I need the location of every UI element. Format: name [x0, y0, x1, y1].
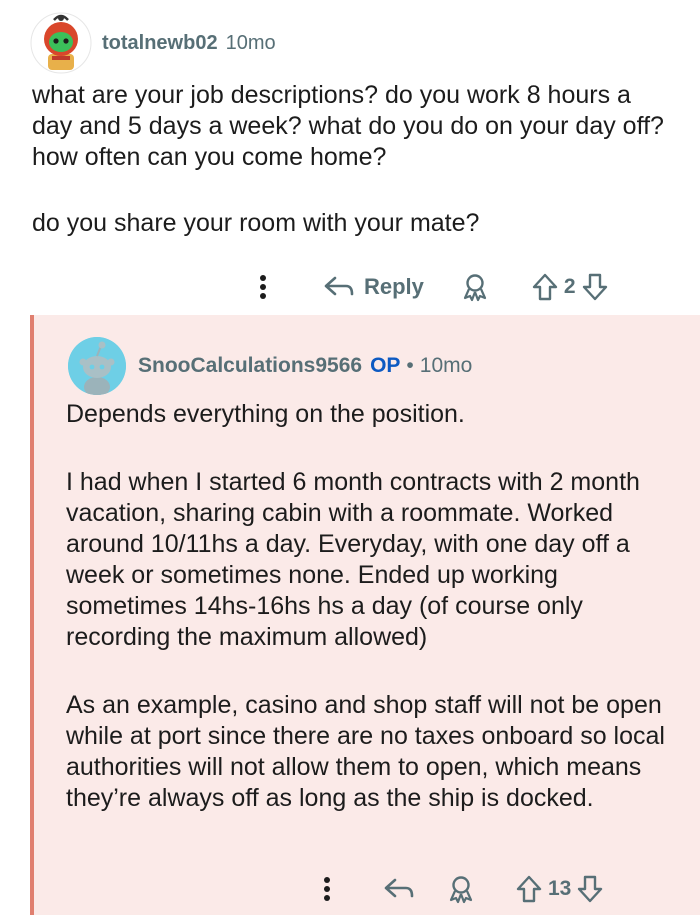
reply-button[interactable]: [382, 876, 416, 902]
comment-paragraph: what are your job descriptions? do you w…: [32, 81, 664, 171]
award-icon: [449, 876, 473, 904]
snoo-avatar-icon: [30, 12, 92, 74]
award-icon: [463, 274, 487, 302]
reply-username[interactable]: SnooCalculations9566: [138, 354, 362, 378]
reply-age: 10mo: [419, 354, 473, 377]
comment-actions: Reply 2: [248, 270, 608, 304]
award-button[interactable]: [446, 874, 476, 904]
reply-thread: SnooCalculations9566 OP • 10mo Depends e…: [30, 315, 700, 915]
downvote-button[interactable]: [582, 272, 608, 302]
comment-age: 10mo: [225, 31, 276, 54]
reply-arrow-icon: [384, 878, 414, 898]
more-options-button[interactable]: [248, 274, 278, 300]
upvote-button[interactable]: [532, 272, 558, 302]
comment-header: totalnewb02 10mo: [30, 12, 276, 74]
overflow-menu-icon: [324, 877, 330, 901]
upvote-icon: [532, 273, 558, 301]
comment-username[interactable]: totalnewb02: [102, 32, 218, 55]
reply-arrow-icon: [324, 276, 354, 296]
award-button[interactable]: [460, 272, 490, 302]
more-options-button[interactable]: [312, 876, 342, 902]
upvote-button[interactable]: [516, 874, 542, 904]
comment-paragraph: do you share your room with your mate?: [32, 209, 480, 237]
downvote-icon: [582, 273, 607, 301]
vote-score: 2: [563, 275, 576, 298]
reply-button[interactable]: Reply: [322, 274, 424, 300]
avatar[interactable]: [68, 337, 126, 395]
vote-score: 13: [548, 877, 572, 900]
reply-paragraph: As an example, casino and shop staff wil…: [66, 691, 665, 812]
overflow-menu-icon: [260, 275, 266, 299]
downvote-icon: [578, 875, 603, 903]
reply-paragraph: Depends everything on the position.: [66, 400, 465, 428]
meta-separator: •: [406, 354, 414, 377]
downvote-button[interactable]: [577, 874, 603, 904]
avatar[interactable]: [30, 12, 92, 74]
snoo-avatar-icon: [68, 337, 126, 395]
op-badge: OP: [370, 354, 401, 377]
upvote-icon: [516, 875, 542, 903]
reply-label: Reply: [364, 274, 424, 299]
reply-header: SnooCalculations9566 OP • 10mo: [68, 337, 472, 395]
reply-actions: 13: [312, 872, 603, 906]
reply-paragraph: I had when I started 6 month contracts w…: [66, 468, 640, 651]
